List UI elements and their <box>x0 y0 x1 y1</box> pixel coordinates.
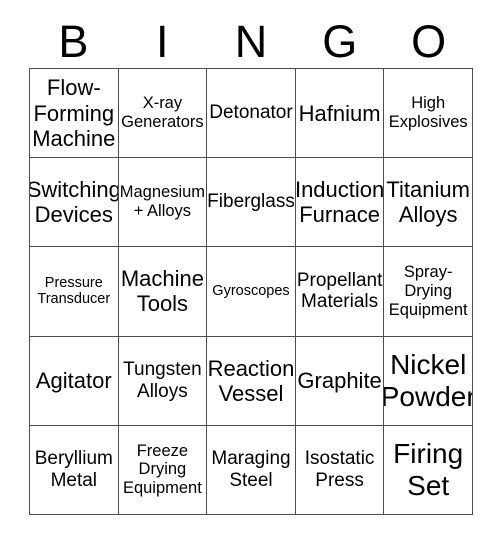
bingo-letter-o: O <box>411 15 447 67</box>
bingo-cell[interactable]: Beryllium Metal <box>30 425 119 515</box>
bingo-cell-label: High Explosives <box>388 94 468 132</box>
bingo-cell[interactable]: Tungsten Alloys <box>118 336 208 426</box>
bingo-cell[interactable]: Freeze Drying Equipment <box>118 425 208 515</box>
bingo-cell[interactable]: Magnesium + Alloys <box>118 158 208 248</box>
bingo-letter-b: B <box>58 15 89 67</box>
bingo-header: B I N G O <box>29 14 473 68</box>
bingo-cell[interactable]: Detonator <box>207 69 296 159</box>
bingo-cell[interactable]: Induction Furnace <box>295 158 385 248</box>
bingo-cell[interactable]: Spray- Drying Equipment <box>384 247 473 337</box>
bingo-cell-label: Maraging Steel <box>211 448 291 491</box>
bingo-cell-label: Detonator <box>209 102 293 124</box>
bingo-cell[interactable]: Hafnium <box>295 69 385 159</box>
bingo-cell-label: Freeze Drying Equipment <box>122 441 202 498</box>
bingo-cell-label: Nickel Powder <box>384 348 473 412</box>
bingo-cell-label: Gyroscopes <box>212 283 290 300</box>
bingo-cell[interactable]: Switching Devices <box>30 158 119 248</box>
bingo-cell[interactable]: Titanium Alloys <box>384 158 473 248</box>
bingo-cell-label: Fiberglass <box>207 191 295 213</box>
bingo-cell-label: X-ray Generators <box>121 94 204 132</box>
bingo-cell-label: Induction Furnace <box>295 177 385 228</box>
bingo-cell[interactable]: Propellant Materials <box>295 247 385 337</box>
bingo-cell-label: Isostatic Press <box>304 448 375 491</box>
bingo-letter-n: N <box>234 15 268 67</box>
bingo-cell-label: Hafnium <box>298 100 381 126</box>
bingo-grid: Flow- Forming Machine X-ray Generators Det… <box>29 68 473 515</box>
bingo-cell[interactable]: Isostatic Press <box>295 425 385 515</box>
bingo-cell-label: Flow- Forming Machine <box>32 75 116 151</box>
bingo-cell[interactable]: Graphite <box>295 336 385 426</box>
bingo-cell-label: Firing Set <box>393 437 464 501</box>
bingo-cell-label: Switching Devices <box>30 177 119 228</box>
bingo-cell[interactable]: High Explosives <box>384 69 473 159</box>
bingo-cell[interactable]: Agitator <box>30 336 119 426</box>
bingo-card: B I N G O Flow- Forming Machine X-ray Gen… <box>0 0 500 544</box>
bingo-cell[interactable]: Reaction Vessel <box>207 336 296 426</box>
bingo-cell[interactable]: Firing Set <box>384 425 473 515</box>
bingo-cell-label: Spray- Drying Equipment <box>388 263 468 319</box>
bingo-cell-label: Reaction Vessel <box>207 355 295 406</box>
bingo-cell-label: Magnesium + Alloys <box>119 183 206 221</box>
bingo-letter-g: G <box>322 15 358 67</box>
bingo-cell-label: Graphite <box>297 368 382 394</box>
bingo-cell-label: Tungsten Alloys <box>123 359 202 402</box>
bingo-cell-label: Machine Tools <box>120 266 204 317</box>
bingo-cell-label: Beryllium Metal <box>34 448 113 491</box>
bingo-cell-label: Agitator <box>35 368 112 394</box>
bingo-cell[interactable]: Nickel Powder <box>384 336 473 426</box>
bingo-cell[interactable]: Fiberglass <box>207 158 296 248</box>
bingo-cell[interactable]: Flow- Forming Machine <box>30 69 119 159</box>
bingo-cell[interactable]: Machine Tools <box>118 247 208 337</box>
bingo-cell[interactable]: Pressure Transducer <box>30 247 119 337</box>
bingo-cell-label: Pressure Transducer <box>37 274 111 308</box>
bingo-cell[interactable]: X-ray Generators <box>118 69 208 159</box>
bingo-cell-label: Propellant Materials <box>296 269 383 313</box>
bingo-letter-i: I <box>155 15 169 67</box>
bingo-cell[interactable]: Gyroscopes <box>207 247 296 337</box>
bingo-cell[interactable]: Maraging Steel <box>207 425 296 515</box>
bingo-cell-label: Titanium Alloys <box>386 177 470 228</box>
